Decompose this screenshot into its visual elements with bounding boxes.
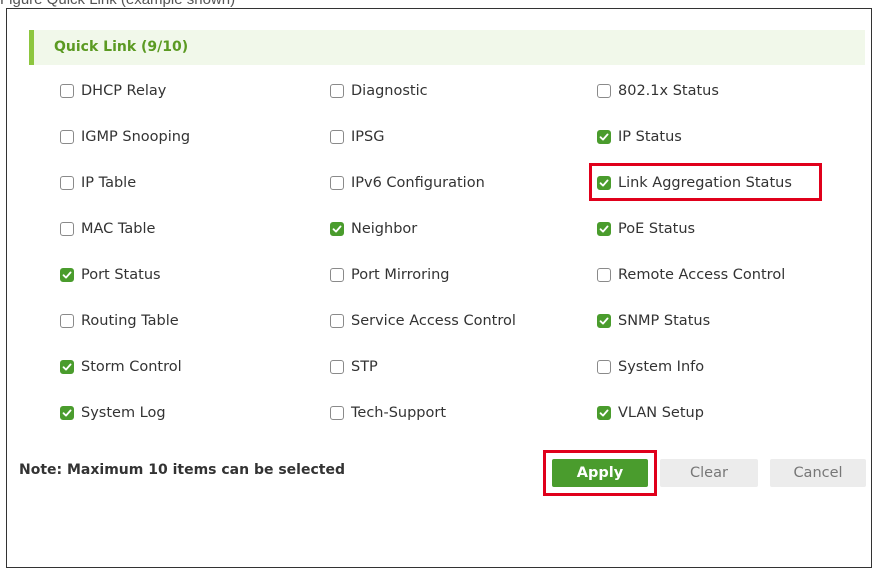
quick-link-option[interactable]: STP xyxy=(330,356,378,378)
quick-link-option[interactable]: IGMP Snooping xyxy=(60,126,190,148)
checkbox-checked-icon[interactable] xyxy=(60,406,74,420)
quick-link-option[interactable]: Routing Table xyxy=(60,310,179,332)
quick-link-option[interactable]: Remote Access Control xyxy=(597,264,785,286)
checkbox-checked-icon[interactable] xyxy=(60,268,74,282)
quick-link-option-label: Storm Control xyxy=(81,359,182,375)
quick-link-option[interactable]: Tech-Support xyxy=(330,402,446,424)
quick-link-option-label: IPv6 Configuration xyxy=(351,175,485,191)
quick-link-option-label: Port Status xyxy=(81,267,161,283)
checkbox-checked-icon[interactable] xyxy=(597,222,611,236)
quick-link-option[interactable]: IPSG xyxy=(330,126,384,148)
quick-link-option[interactable]: Neighbor xyxy=(330,218,417,240)
checkbox-unchecked-icon[interactable] xyxy=(330,360,344,374)
cancel-button[interactable]: Cancel xyxy=(770,459,866,487)
figure-caption: Figure Quick Link (example shown) xyxy=(0,0,235,8)
quick-link-option-label: 802.1x Status xyxy=(618,83,719,99)
quick-link-option-label: DHCP Relay xyxy=(81,83,167,99)
clear-button[interactable]: Clear xyxy=(660,459,758,487)
checkbox-unchecked-icon[interactable] xyxy=(330,268,344,282)
quick-link-option[interactable]: Port Mirroring xyxy=(330,264,450,286)
checkbox-unchecked-icon[interactable] xyxy=(330,406,344,420)
quick-link-option-label: IP Table xyxy=(81,175,137,191)
checkbox-checked-icon[interactable] xyxy=(597,406,611,420)
quick-link-option[interactable]: Port Status xyxy=(60,264,161,286)
quick-link-option-label: IGMP Snooping xyxy=(81,129,191,145)
checkbox-unchecked-icon[interactable] xyxy=(60,222,74,236)
quick-link-option[interactable]: VLAN Setup xyxy=(597,402,704,424)
quick-link-option-label: System Info xyxy=(618,359,705,375)
quick-link-option[interactable]: IP Table xyxy=(60,172,136,194)
quick-link-header: Quick Link (9/10) xyxy=(29,30,865,65)
checkbox-unchecked-icon[interactable] xyxy=(597,360,611,374)
quick-link-option[interactable]: DHCP Relay xyxy=(60,80,166,102)
quick-link-option-label: Port Mirroring xyxy=(351,267,450,283)
checkbox-unchecked-icon[interactable] xyxy=(60,130,74,144)
quick-link-option-label: System Log xyxy=(81,405,166,421)
quick-link-option[interactable]: SNMP Status xyxy=(597,310,710,332)
checkbox-unchecked-icon[interactable] xyxy=(60,176,74,190)
checkbox-unchecked-icon[interactable] xyxy=(597,268,611,282)
max-items-note: Note: Maximum 10 items can be selected xyxy=(19,462,345,478)
quick-link-option[interactable]: 802.1x Status xyxy=(597,80,719,102)
checkbox-unchecked-icon[interactable] xyxy=(330,130,344,144)
quick-link-option-label: VLAN Setup xyxy=(618,405,704,421)
quick-link-option-label: Tech-Support xyxy=(351,405,447,421)
checkbox-unchecked-icon[interactable] xyxy=(60,84,74,98)
checkbox-unchecked-icon[interactable] xyxy=(597,84,611,98)
quick-link-option-label: IP Status xyxy=(618,129,682,145)
checkbox-unchecked-icon[interactable] xyxy=(330,176,344,190)
quick-link-option[interactable]: PoE Status xyxy=(597,218,695,240)
checkbox-unchecked-icon[interactable] xyxy=(60,314,74,328)
quick-link-option-label: MAC Table xyxy=(81,221,156,237)
quick-link-option-label: IPSG xyxy=(351,129,385,145)
quick-link-option-label: PoE Status xyxy=(618,221,696,237)
quick-link-option-label: Neighbor xyxy=(351,221,418,237)
quick-link-option[interactable]: Service Access Control xyxy=(330,310,516,332)
quick-link-option[interactable]: IP Status xyxy=(597,126,682,148)
quick-link-option[interactable]: Storm Control xyxy=(60,356,182,378)
checkbox-checked-icon[interactable] xyxy=(597,314,611,328)
quick-link-option-label: Diagnostic xyxy=(351,83,428,99)
quick-link-option[interactable]: System Info xyxy=(597,356,704,378)
quick-link-option-label: Routing Table xyxy=(81,313,179,329)
highlight-box-link-aggregation xyxy=(589,163,822,201)
quick-link-option-label: Service Access Control xyxy=(351,313,516,329)
quick-link-option[interactable]: MAC Table xyxy=(60,218,155,240)
quick-link-option[interactable]: IPv6 Configuration xyxy=(330,172,485,194)
checkbox-unchecked-icon[interactable] xyxy=(330,84,344,98)
quick-link-option[interactable]: System Log xyxy=(60,402,166,424)
quick-link-option[interactable]: Diagnostic xyxy=(330,80,428,102)
checkbox-checked-icon[interactable] xyxy=(60,360,74,374)
quick-link-option-label: STP xyxy=(351,359,378,375)
checkbox-checked-icon[interactable] xyxy=(597,130,611,144)
quick-link-option-label: Remote Access Control xyxy=(618,267,786,283)
quick-link-title: Quick Link (9/10) xyxy=(54,39,189,55)
highlight-box-apply xyxy=(543,450,657,496)
checkbox-unchecked-icon[interactable] xyxy=(330,314,344,328)
checkbox-checked-icon[interactable] xyxy=(330,222,344,236)
quick-link-option-label: SNMP Status xyxy=(618,313,711,329)
